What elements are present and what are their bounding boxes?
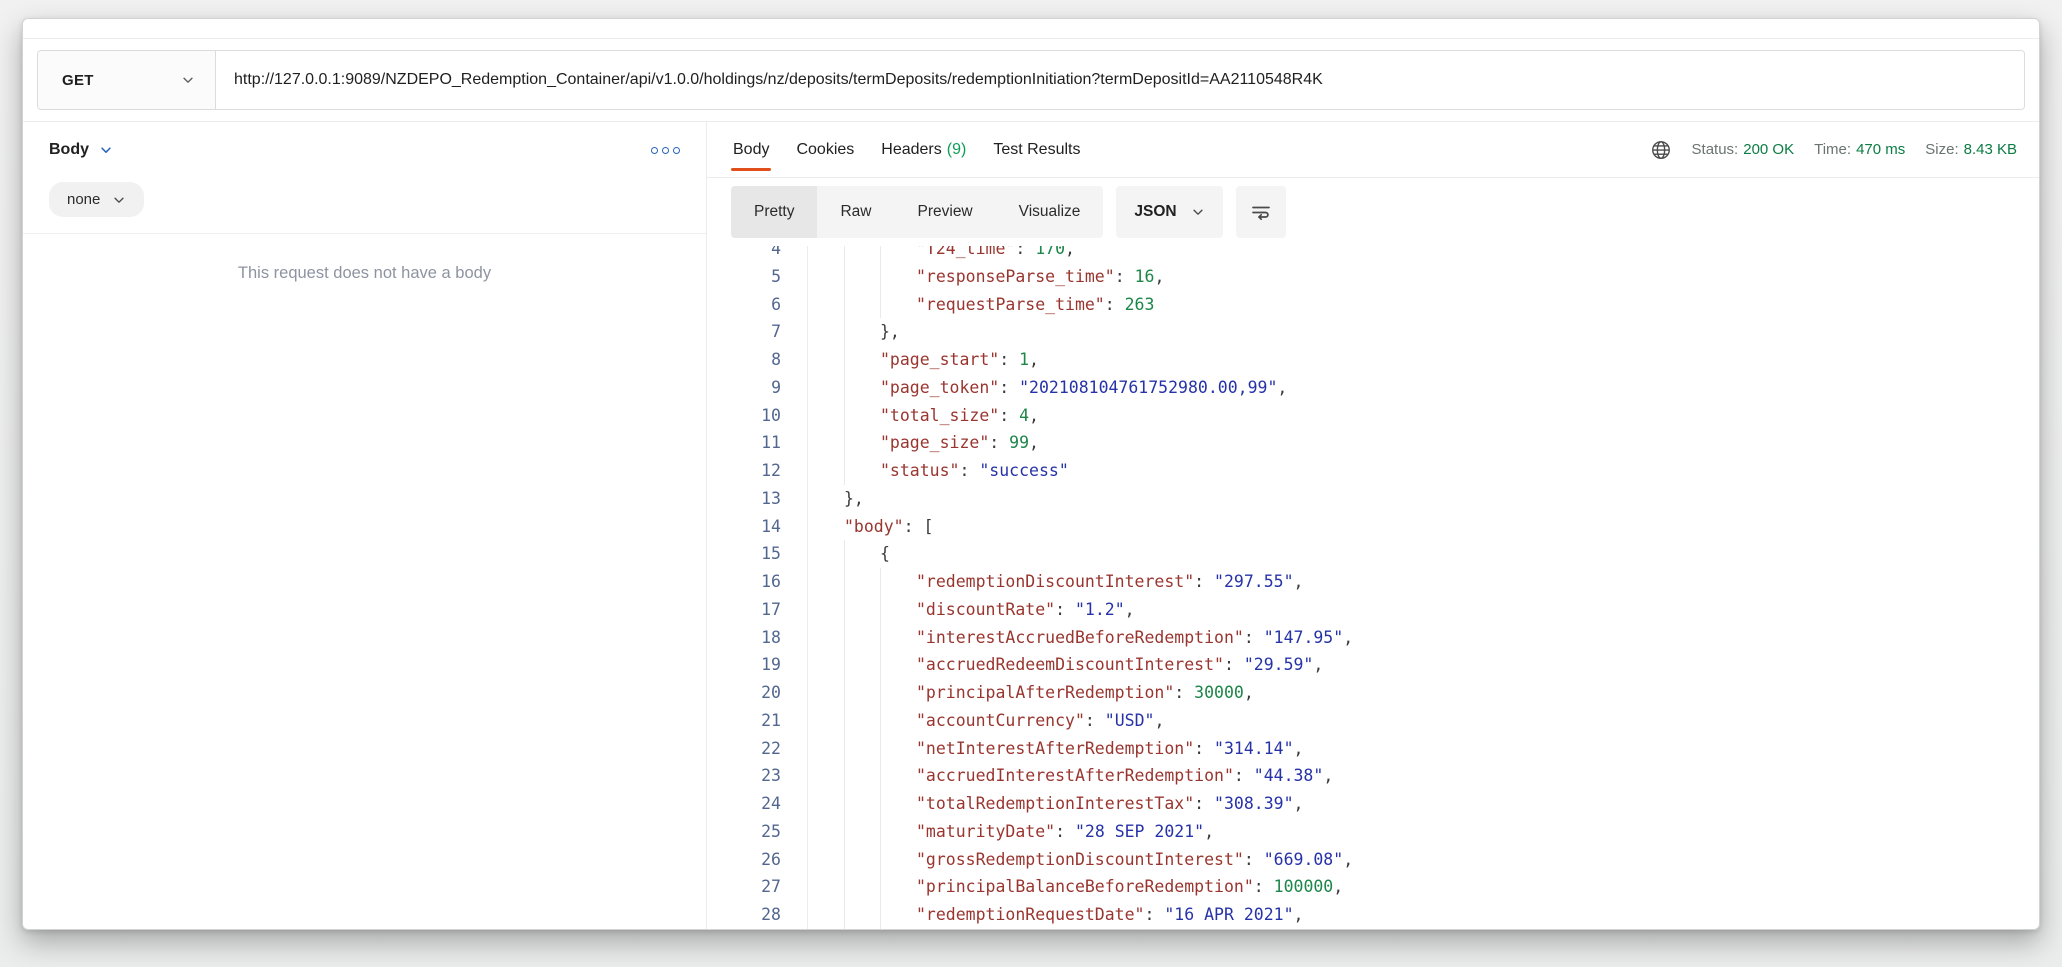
chevron-down-icon	[181, 73, 195, 87]
tab-test-results[interactable]: Test Results	[993, 122, 1080, 177]
network-globe-icon[interactable]	[1650, 139, 1672, 161]
code-line: 26"grossRedemptionDiscountInterest": "66…	[707, 846, 2039, 874]
language-dropdown[interactable]: JSON	[1116, 186, 1222, 238]
more-options-icon[interactable]	[651, 147, 680, 154]
window-top-strip	[23, 19, 2039, 39]
code-line: 16"redemptionDiscountInterest": "297.55"…	[707, 568, 2039, 596]
chevron-down-icon[interactable]	[99, 143, 113, 157]
code-line: 28"redemptionRequestDate": "16 APR 2021"…	[707, 901, 2039, 929]
app-background: GET Body none	[0, 0, 2062, 967]
wrap-text-button[interactable]	[1236, 186, 1286, 238]
request-body-section-label: Body	[49, 141, 89, 159]
chevron-down-icon	[112, 193, 126, 207]
code-line: 18"interestAccruedBeforeRedemption": "14…	[707, 624, 2039, 652]
code-line: 7},	[707, 318, 2039, 346]
headers-count-badge: (9)	[947, 141, 967, 159]
view-pretty[interactable]: Pretty	[731, 186, 817, 238]
empty-body-message: This request does not have a body	[23, 264, 706, 283]
code-lines: 4"T24_time": 170,5"responseParse_time": …	[707, 246, 2039, 929]
code-line: 20"principalAfterRedemption": 30000,	[707, 679, 2039, 707]
tab-cookies[interactable]: Cookies	[796, 122, 854, 177]
main-panes: Body none This request does not have a b…	[23, 121, 2039, 929]
code-line: 22"netInterestAfterRedemption": "314.14"…	[707, 735, 2039, 763]
response-tabs: Body Cookies Headers(9) Test Results	[733, 122, 1080, 177]
code-line: 19"accruedRedeemDiscountInterest": "29.5…	[707, 651, 2039, 679]
code-line: 13},	[707, 485, 2039, 513]
body-type-selected: none	[67, 191, 100, 208]
wrap-text-icon	[1249, 200, 1273, 224]
code-line: 21"accountCurrency": "USD",	[707, 707, 2039, 735]
code-line: 14"body": [	[707, 513, 2039, 541]
code-line: 12"status": "success"	[707, 457, 2039, 485]
code-line: 23"accruedInterestAfterRedemption": "44.…	[707, 762, 2039, 790]
chevron-down-icon	[1191, 205, 1205, 219]
view-mode-group: Pretty Raw Preview Visualize	[731, 186, 1103, 238]
code-line: 9"page_token": "202108104761752980.00,99…	[707, 374, 2039, 402]
code-line: 8"page_start": 1,	[707, 346, 2039, 374]
code-line: 25"maturityDate": "28 SEP 2021",	[707, 818, 2039, 846]
language-selected: JSON	[1134, 203, 1176, 221]
code-line: 24"totalRedemptionInterestTax": "308.39"…	[707, 790, 2039, 818]
code-line: 10"total_size": 4,	[707, 402, 2039, 430]
response-meta: Status:200 OK Time:470 ms Size:8.43 KB	[1650, 139, 2017, 161]
tab-response-body[interactable]: Body	[733, 122, 769, 177]
code-line: 11"page_size": 99,	[707, 429, 2039, 457]
code-line: 17"discountRate": "1.2",	[707, 596, 2039, 624]
url-input[interactable]	[216, 51, 2024, 109]
request-url-row: GET	[23, 39, 2039, 121]
time-badge: Time:470 ms	[1814, 141, 1905, 158]
request-body-header: Body	[23, 122, 706, 178]
status-badge: Status:200 OK	[1692, 141, 1795, 158]
view-raw[interactable]: Raw	[817, 186, 894, 238]
response-pane: Body Cookies Headers(9) Test Results Sta…	[707, 122, 2039, 929]
size-badge: Size:8.43 KB	[1925, 141, 2017, 158]
app-window: GET Body none	[22, 18, 2040, 930]
code-line: 27"principalBalanceBeforeRedemption": 10…	[707, 873, 2039, 901]
body-type-row: none	[23, 178, 706, 234]
request-body-pane: Body none This request does not have a b…	[23, 122, 707, 929]
code-line: 4"T24_time": 170,	[707, 246, 2039, 263]
url-box: GET	[37, 50, 2025, 110]
code-line: 5"responseParse_time": 16,	[707, 263, 2039, 291]
body-type-dropdown[interactable]: none	[49, 182, 144, 217]
tab-headers[interactable]: Headers(9)	[881, 122, 966, 177]
method-dropdown[interactable]: GET	[38, 51, 216, 109]
method-label: GET	[62, 72, 94, 89]
view-visualize[interactable]: Visualize	[996, 186, 1104, 238]
response-view-toolbar: Pretty Raw Preview Visualize JSON	[707, 178, 2039, 246]
view-preview[interactable]: Preview	[895, 186, 996, 238]
response-tabs-row: Body Cookies Headers(9) Test Results Sta…	[707, 122, 2039, 178]
code-line: 6"requestParse_time": 263	[707, 291, 2039, 319]
response-body-code[interactable]: 4"T24_time": 170,5"responseParse_time": …	[707, 246, 2039, 929]
code-line: 15{	[707, 540, 2039, 568]
